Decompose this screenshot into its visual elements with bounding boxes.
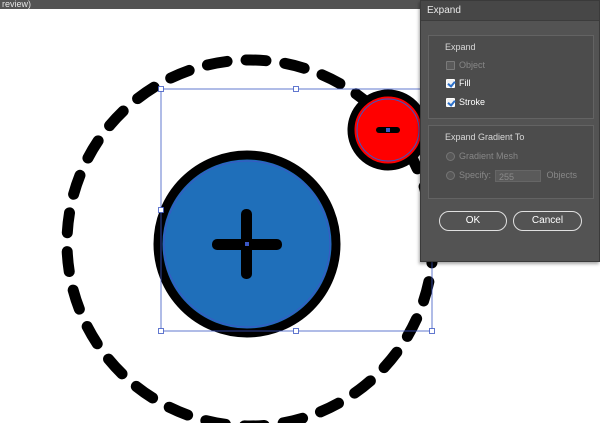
ok-button[interactable]: OK [439, 211, 507, 231]
selection-handle-ml [158, 207, 164, 213]
cancel-button[interactable]: Cancel [513, 211, 582, 231]
expand-options-group: Expand Object Fill Stroke [428, 35, 594, 119]
fill-option[interactable]: Fill [446, 77, 471, 89]
specify-radio [446, 171, 455, 181]
selection-handle-tm [293, 86, 299, 92]
specify-objects-field: 255 [495, 169, 542, 182]
expand-gradient-group: Expand Gradient To Gradient Mesh Specify… [428, 125, 594, 199]
fill-label: Fill [459, 78, 471, 88]
gradient-mesh-label: Gradient Mesh [459, 151, 519, 161]
selection-handle-bm [293, 328, 299, 334]
gradient-group-label: Expand Gradient To [445, 132, 525, 142]
objects-unit-label: Objects [546, 170, 578, 180]
selection-handle-br [429, 328, 435, 334]
object-checkbox [446, 61, 455, 71]
gradient-mesh-option: Gradient Mesh [446, 150, 518, 162]
object-label: Object [459, 60, 486, 70]
expand-group-label: Expand [445, 42, 476, 52]
specify-option: Specify: 255 Objects [446, 169, 578, 182]
dialog-title[interactable]: Expand [421, 1, 599, 21]
specify-label: Specify: [459, 170, 492, 180]
gradient-mesh-radio [446, 152, 455, 162]
expand-dialog: Expand Expand Object Fill Stroke Expand … [420, 0, 600, 262]
object-option: Object [446, 59, 485, 71]
document-tab[interactable]: review) [0, 0, 31, 9]
selection-handle-tl [158, 86, 164, 92]
stroke-option[interactable]: Stroke [446, 96, 485, 108]
minus-anchor [386, 128, 390, 132]
selection-handle-bl [158, 328, 164, 334]
stroke-checkbox[interactable] [446, 98, 455, 108]
fill-checkbox[interactable] [446, 79, 455, 89]
plus-anchor [245, 242, 249, 246]
stroke-label: Stroke [459, 97, 486, 107]
